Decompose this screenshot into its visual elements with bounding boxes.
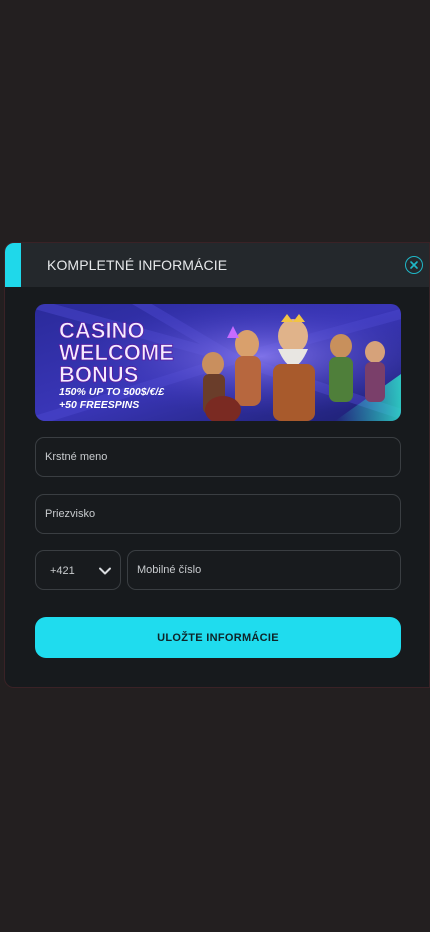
header-accent-bar <box>5 243 21 287</box>
last-name-input[interactable] <box>35 494 401 534</box>
close-icon <box>410 261 418 269</box>
phone-prefix-value: +421 <box>50 565 75 577</box>
phone-prefix-select[interactable]: +421 <box>35 550 121 590</box>
casino-welcome-bonus-banner[interactable]: CASINO WELCOME BONUS 150% UP TO 500$/€/£… <box>35 304 401 421</box>
banner-offer: 150% UP TO 500$/€/£ <box>59 386 165 398</box>
first-name-input[interactable] <box>35 437 401 477</box>
banner-freespins: +50 FREESPINS <box>59 399 139 411</box>
banner-line-3: BONUS <box>59 362 138 387</box>
banner-art: CASINO WELCOME BONUS 150% UP TO 500$/€/£… <box>35 304 401 421</box>
modal-title: KOMPLETNÉ INFORMÁCIE <box>47 257 228 273</box>
save-info-button[interactable]: ULOŽTE INFORMÁCIE <box>35 617 401 658</box>
chevron-down-icon <box>99 567 111 575</box>
mobile-number-input[interactable] <box>127 550 401 590</box>
close-button[interactable] <box>405 256 423 274</box>
complete-info-modal: KOMPLETNÉ INFORMÁCIE CASINO WELCOME BONU… <box>4 242 430 688</box>
modal-header: KOMPLETNÉ INFORMÁCIE <box>5 243 429 287</box>
